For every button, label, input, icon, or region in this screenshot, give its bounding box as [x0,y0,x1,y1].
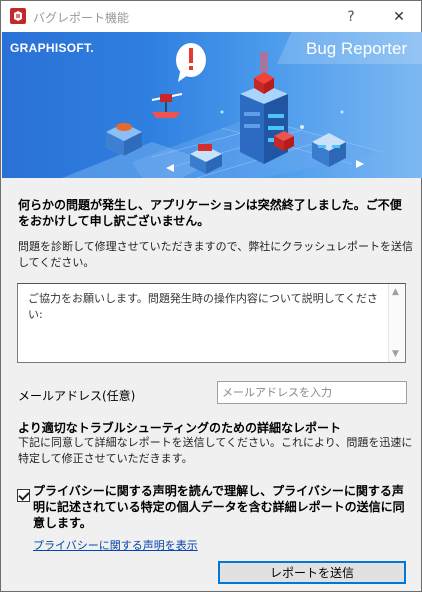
title-bar: バグレポート機能 ? ✕ [1,1,421,32]
email-label: メールアドレス(任意) [18,389,136,403]
drone-icon [151,93,183,118]
error-description: 問題を診断して修理させていただきますので、弊社にクラッシュレポートを送信してくだ… [18,240,414,269]
header-banner: GRAPHISOFT. Bug Reporter [2,32,422,178]
email-input[interactable] [217,381,407,404]
send-report-button[interactable]: レポートを送信 [218,561,406,584]
app-icon [10,8,26,24]
consent-checkbox[interactable] [17,489,30,502]
brand-logo: GRAPHISOFT. [10,41,94,55]
product-name: Bug Reporter [306,39,408,58]
scroll-up-icon[interactable]: ▲ [392,287,399,297]
detail-heading: より適切なトラブルシューティングのための詳細なレポート [18,421,342,435]
comment-scrollbar[interactable]: ▲ ▼ [388,284,405,362]
consent-label: プライバシーに関する声明を読んで理解し、プライバシーに関する声明に記述されている… [33,484,405,530]
alert-bubble-icon [176,43,206,82]
comment-textarea[interactable]: ご協力をお願いします。問題発生時の操作内容について説明してください: ▲ ▼ [17,283,406,363]
bug-reporter-window: バグレポート機能 ? ✕ GRAPHISOFT. Bug Reporter 何ら… [0,0,422,592]
error-heading: 何らかの問題が発生し、アプリケーションは突然終了しました。ご不便をおかけして申し… [18,198,402,228]
privacy-statement-link[interactable]: プライバシーに関する声明を表示 [33,537,198,553]
arrow-right-icon [356,160,364,168]
help-button[interactable]: ? [340,6,362,28]
comment-placeholder: ご協力をお願いします。問題発生時の操作内容について説明してください: [28,292,378,321]
scroll-down-icon[interactable]: ▼ [392,349,399,359]
close-button[interactable]: ✕ [386,6,412,28]
window-title: バグレポート機能 [33,11,130,25]
detail-description: 下記に同意して詳細なレポートを送信してください。これにより、問題を迅速に特定して… [18,436,413,465]
